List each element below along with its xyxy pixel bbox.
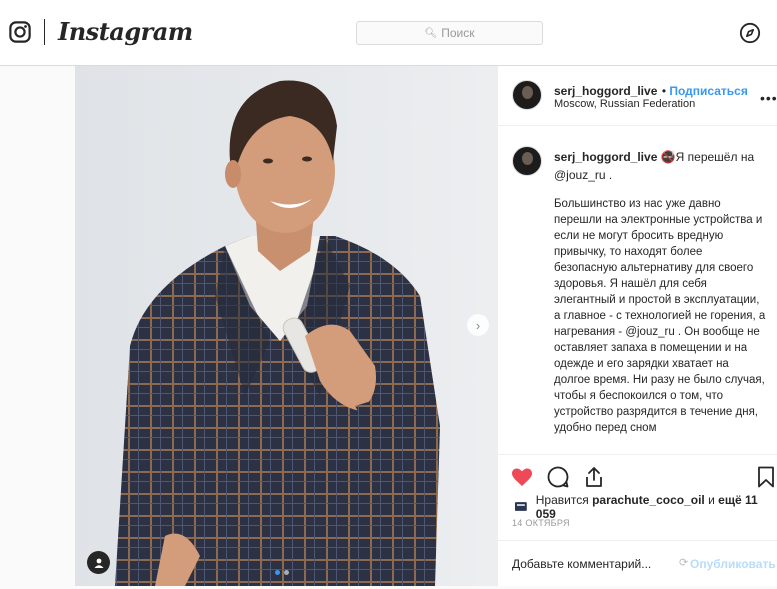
photo-illustration (75, 66, 497, 586)
caption-avatar[interactable] (512, 146, 542, 176)
author-avatar[interactable] (512, 80, 542, 110)
top-nav-bar: Instagram 🔍︎ Поиск (0, 0, 777, 66)
logo-divider (44, 19, 45, 45)
carousel-dot-active (275, 570, 280, 575)
more-options-icon[interactable]: ••• (760, 90, 777, 106)
likes-summary[interactable]: Нравится parachute_coco_oil и ещё 11 059 (514, 493, 777, 521)
post-location[interactable]: Moscow, Russian Federation (554, 98, 695, 110)
share-icon[interactable] (582, 465, 606, 489)
liker-avatar-icon (514, 502, 527, 511)
heart-icon[interactable] (510, 465, 534, 489)
likes-prefix: Нравится (535, 493, 589, 507)
carousel-dot (284, 570, 289, 575)
user-icon (94, 558, 103, 568)
instagram-logo-icon[interactable] (9, 21, 31, 43)
explore-compass-icon[interactable] (739, 22, 761, 44)
post-details-panel: serj_hoggord_live • Подписаться Moscow, … (497, 66, 777, 586)
bookmark-icon[interactable] (754, 465, 777, 489)
carousel-indicator (275, 570, 289, 575)
caption-text: Большинство из нас уже давно перешли на … (554, 198, 766, 434)
loading-spinner-icon: ⟳ (679, 557, 689, 569)
comment-form: Добавьте комментарий... ⟳ Опубликовать (498, 540, 777, 586)
search-input[interactable]: 🔍︎ Поиск (356, 21, 543, 45)
publish-button[interactable]: Опубликовать (690, 557, 776, 571)
post-header: serj_hoggord_live • Подписаться Moscow, … (498, 66, 777, 126)
caption-area: serj_hoggord_live 🚭Я перешёл на @jouz_ru… (498, 136, 777, 454)
search-icon: 🔍︎ (424, 27, 438, 39)
liker-username[interactable]: parachute_coco_oil (592, 493, 705, 507)
comment-icon[interactable] (546, 465, 570, 489)
follow-button[interactable]: Подписаться (669, 84, 747, 98)
post-date[interactable]: 14 ОКТЯБРЯ (512, 518, 570, 528)
search-placeholder: Поиск (441, 26, 475, 40)
action-bar (498, 454, 777, 494)
author-username[interactable]: serj_hoggord_live (554, 84, 657, 98)
post-photo[interactable] (75, 66, 497, 586)
instagram-wordmark[interactable]: Instagram (58, 17, 193, 46)
likes-conjunction: и (708, 493, 715, 507)
caption-username[interactable]: serj_hoggord_live (554, 150, 657, 164)
tagged-users-button[interactable] (87, 551, 110, 574)
carousel-next-button[interactable]: › (467, 314, 489, 336)
comment-input[interactable]: Добавьте комментарий... (512, 557, 651, 571)
caption-first-line: serj_hoggord_live 🚭Я перешёл на @jouz_ru… (554, 148, 764, 184)
